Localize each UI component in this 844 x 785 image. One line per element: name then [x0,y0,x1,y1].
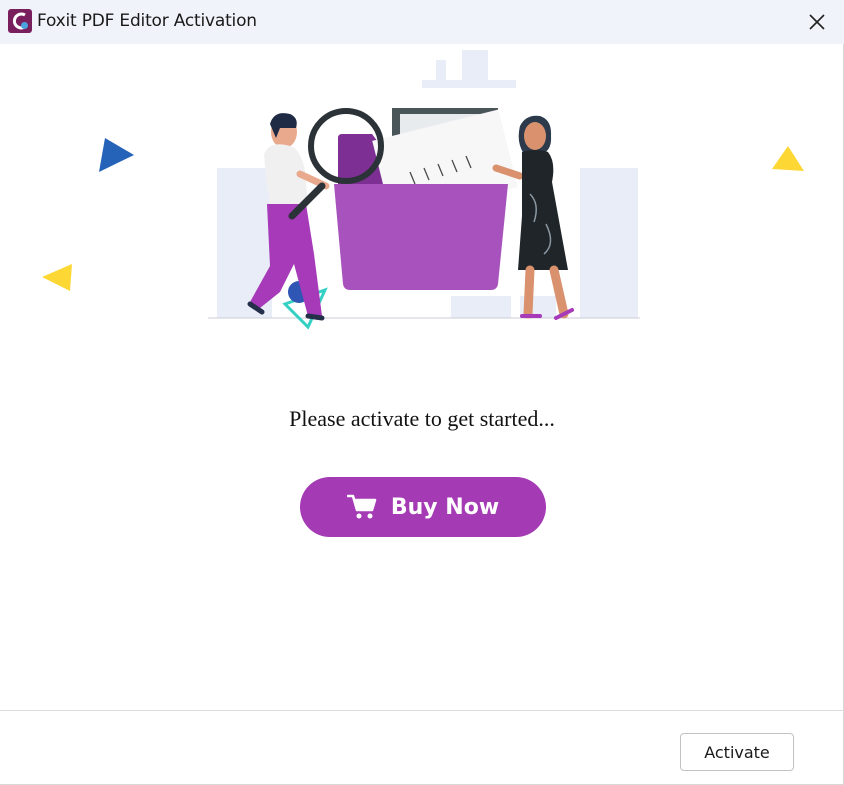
decor-triangle-yellow-right [772,146,804,171]
activation-message: Please activate to get started... [289,406,555,431]
footer-divider [0,710,844,711]
cart-icon [346,494,377,519]
close-button[interactable] [790,0,844,44]
foxit-logo-icon [8,9,32,33]
activate-button[interactable]: Activate [680,733,794,771]
decor-triangle-blue [99,138,134,172]
buy-now-button[interactable]: Buy Now [300,477,546,537]
close-icon [809,14,825,30]
buy-now-label: Buy Now [390,494,500,520]
decor-triangle-yellow-left [42,264,72,291]
window-title: Foxit PDF Editor Activation [37,11,257,31]
activation-illustration [42,50,804,330]
title-bar: Foxit PDF Editor Activation [0,0,844,44]
activation-dialog: Foxit PDF Editor Activation Please activ… [0,0,844,785]
